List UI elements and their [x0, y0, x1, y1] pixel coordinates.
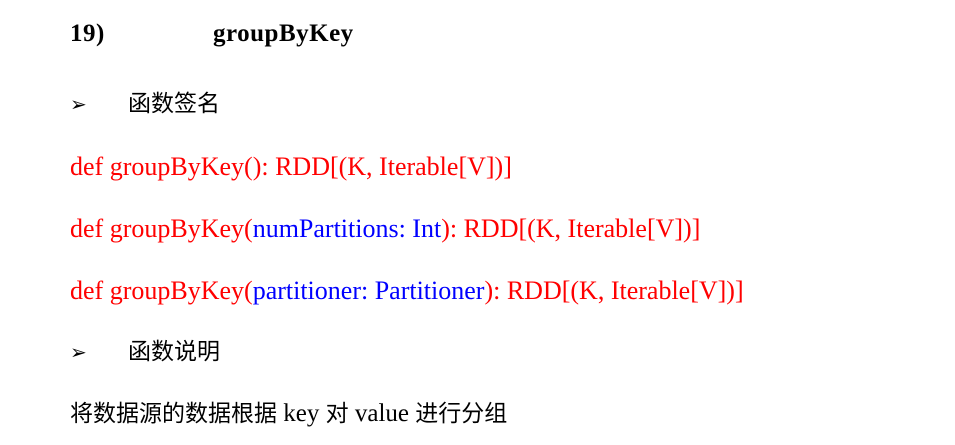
description-section-label: 函数说明 — [128, 339, 220, 365]
arrow-bullet-icon: ➢ — [70, 340, 87, 364]
signature-line-3: def groupByKey(partitioner: Partitioner)… — [70, 274, 744, 308]
description-part-1: 将数据源的数据根据 — [70, 401, 277, 427]
heading-title: groupByKey — [213, 20, 354, 47]
description-keyword-value: value — [348, 400, 416, 427]
signature-param: numPartitions: Int — [252, 214, 442, 243]
section-heading: 19) groupByKey — [70, 18, 354, 50]
signature-suffix: ): RDD[(K, Iterable[V])] — [441, 214, 701, 243]
description-text: 将数据源的数据根据 key 对 value 进行分组 — [70, 397, 507, 431]
description-part-2: 对 — [325, 401, 349, 427]
signature-section-heading: ➢ 函数签名 — [70, 88, 220, 120]
signature-suffix: ): RDD[(K, Iterable[V])] — [252, 152, 512, 181]
description-keyword-key: key — [277, 400, 326, 427]
signature-line-2: def groupByKey(numPartitions: Int): RDD[… — [70, 212, 700, 246]
arrow-bullet-icon: ➢ — [70, 92, 87, 116]
signature-line-1: def groupByKey(): RDD[(K, Iterable[V])] — [70, 150, 512, 184]
signature-prefix: def groupByKey( — [70, 214, 253, 243]
heading-number: 19) — [70, 20, 105, 47]
signature-prefix: def groupByKey( — [70, 152, 253, 181]
signature-prefix: def groupByKey( — [70, 276, 253, 305]
signature-param: partitioner: Partitioner — [252, 276, 485, 305]
description-part-3: 进行分组 — [415, 401, 508, 427]
signature-section-label: 函数签名 — [128, 91, 220, 117]
signature-suffix: ): RDD[(K, Iterable[V])] — [484, 276, 744, 305]
description-section-heading: ➢ 函数说明 — [70, 336, 220, 368]
